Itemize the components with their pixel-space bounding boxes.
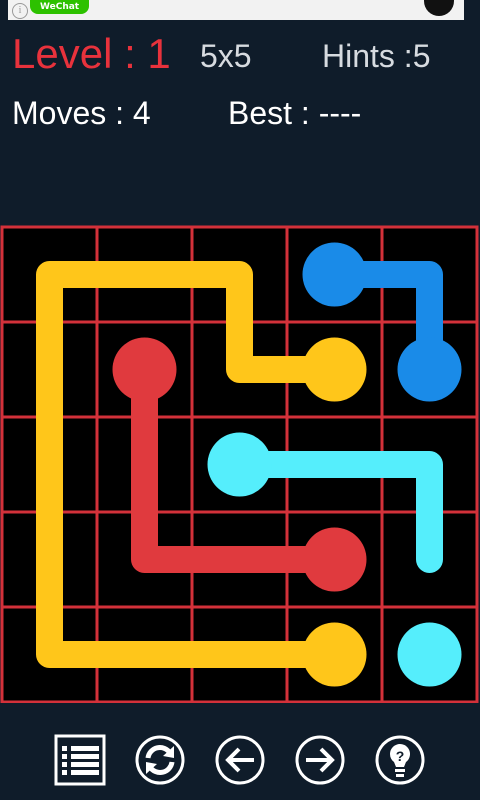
flow-endpoint-dot[interactable] bbox=[397, 622, 462, 687]
ad-close-icon[interactable] bbox=[424, 0, 454, 16]
flow-endpoint-dot[interactable] bbox=[397, 337, 462, 402]
flow-endpoint-dot[interactable] bbox=[302, 242, 367, 307]
flow-endpoint-dot[interactable] bbox=[302, 622, 367, 687]
level-label: Level : 1 bbox=[12, 30, 171, 77]
restart-button[interactable] bbox=[134, 734, 186, 786]
game-board[interactable] bbox=[0, 225, 480, 703]
moves-counter: Moves : 4 bbox=[12, 95, 151, 131]
level-list-button[interactable] bbox=[54, 734, 106, 786]
flow-endpoint-dot[interactable] bbox=[302, 337, 367, 402]
toolbar: ? bbox=[0, 730, 480, 794]
hints-counter: Hints :5 bbox=[322, 38, 431, 74]
ad-banner[interactable]: i WeChat bbox=[8, 0, 464, 20]
next-level-button[interactable] bbox=[294, 734, 346, 786]
hint-button[interactable]: ? bbox=[374, 734, 426, 786]
ad-label[interactable]: WeChat bbox=[30, 0, 90, 14]
ad-bar: i WeChat bbox=[0, 0, 480, 22]
previous-level-button[interactable] bbox=[214, 734, 266, 786]
best-score: Best : ---- bbox=[228, 95, 362, 131]
grid-size-label: 5x5 bbox=[200, 38, 252, 74]
flow-endpoint-dot[interactable] bbox=[302, 527, 367, 592]
svg-text:?: ? bbox=[396, 748, 405, 764]
flow-endpoint-dot[interactable] bbox=[207, 432, 272, 497]
ad-info-icon[interactable]: i bbox=[12, 3, 28, 19]
flow-endpoint-dot[interactable] bbox=[112, 337, 177, 402]
